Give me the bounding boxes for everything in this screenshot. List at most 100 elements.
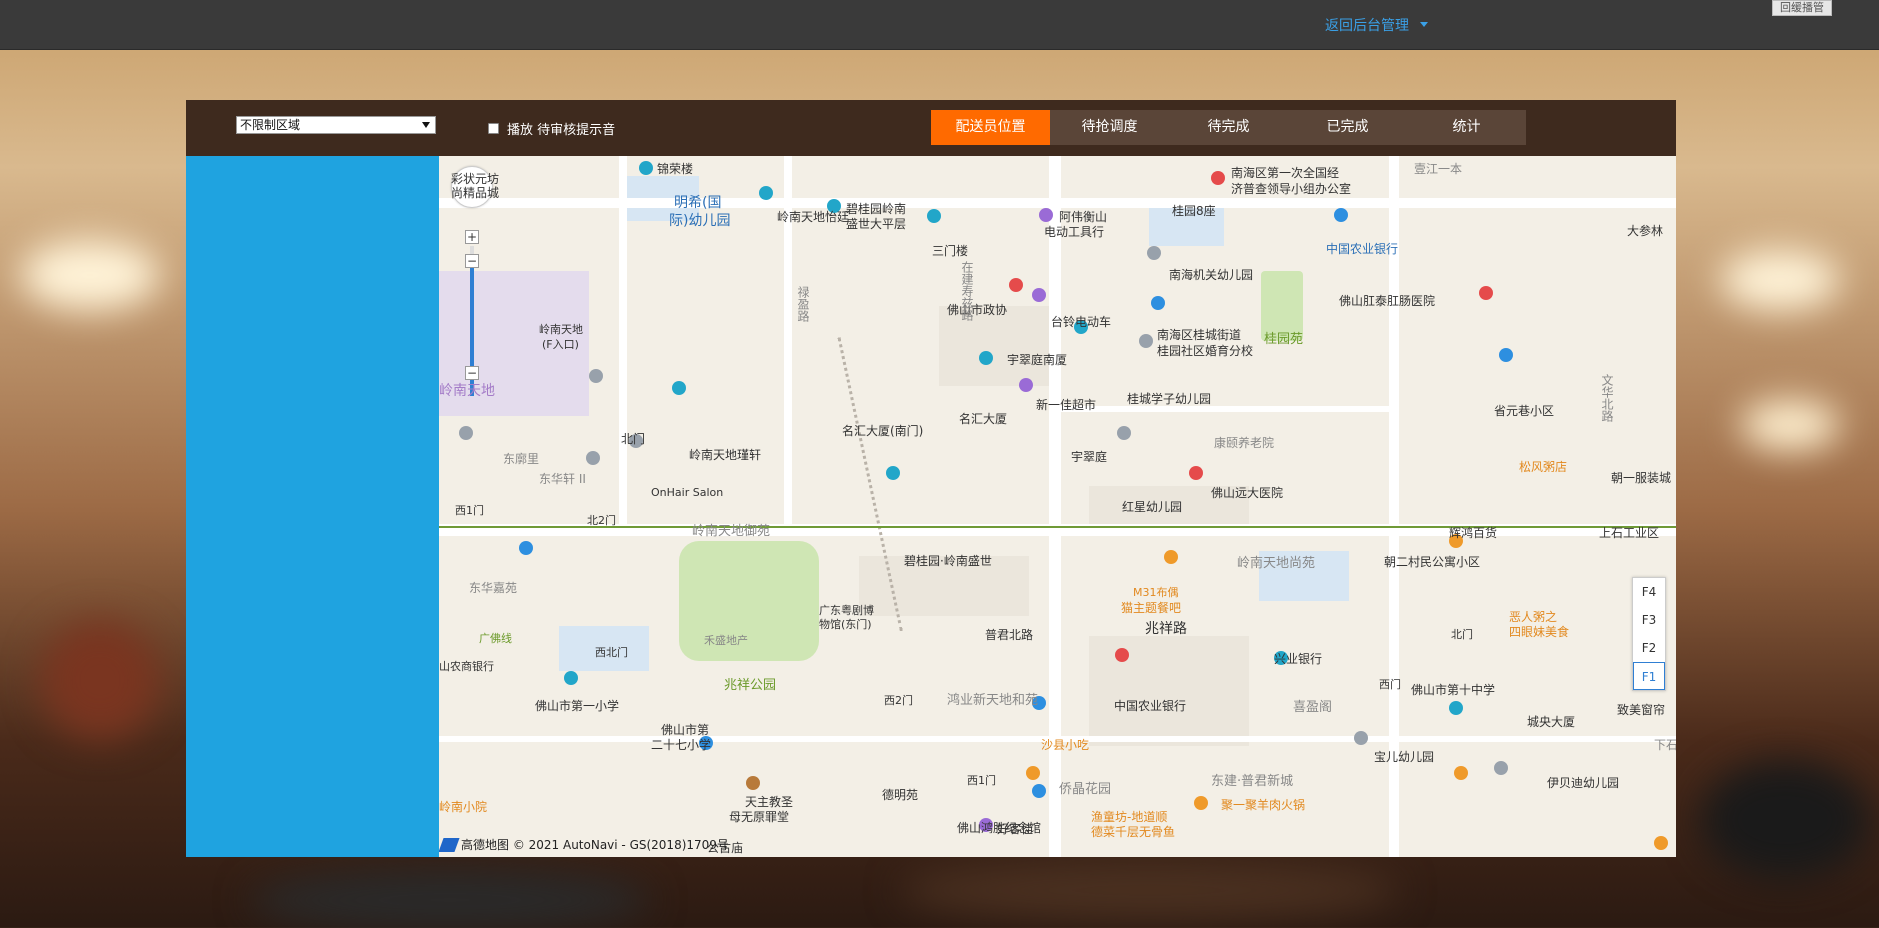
gate-icon[interactable] [586, 451, 600, 465]
map-label: 锦荣楼 [657, 162, 694, 176]
kfc-icon[interactable] [1115, 648, 1129, 662]
restaurant-icon[interactable] [1164, 550, 1178, 564]
school-icon[interactable] [1117, 426, 1131, 440]
map-label: 西1门 [455, 504, 484, 517]
building-icon[interactable] [639, 161, 653, 175]
map-label: 岭南天地瑾轩 [689, 448, 762, 462]
map-label: 电动工具行 [1044, 225, 1105, 239]
restaurant-icon[interactable] [1026, 766, 1040, 780]
floor-option[interactable]: F4 [1633, 578, 1665, 606]
chevron-down-icon[interactable] [1420, 22, 1428, 27]
map-label: 禄盈路 [796, 286, 810, 322]
gate-icon[interactable] [459, 426, 473, 440]
map-label: 名汇大厦 [959, 412, 1008, 426]
map-label: 上石工业区 [1599, 526, 1660, 540]
map-label: 西门 [1379, 678, 1401, 691]
government-icon[interactable] [1009, 278, 1023, 292]
dropdown-arrow-icon [422, 122, 430, 128]
tab-completed[interactable]: 已完成 [1288, 110, 1407, 145]
map-label: 桂城学子幼儿园 [1127, 392, 1212, 406]
gate-icon[interactable] [589, 369, 603, 383]
background-light [250, 870, 650, 928]
hospital-icon[interactable] [1189, 466, 1203, 480]
shop-icon[interactable] [1019, 378, 1033, 392]
map-label: 碧桂园·岭南盛世 [904, 554, 992, 568]
building-icon[interactable] [886, 466, 900, 480]
map-view[interactable]: + − − 彩状元坊 尚精品城 锦荣楼 明希(国 际)幼儿园 岭南天地怡廷 碧桂… [439, 156, 1676, 857]
map-attribution: 高德地图 © 2021 AutoNavi - GS(2018)1709号 [439, 836, 729, 853]
map-label: 明希(国 [674, 195, 722, 211]
restaurant-icon[interactable] [1194, 796, 1208, 810]
tab-pending-dispatch[interactable]: 待抢调度 [1050, 110, 1169, 145]
background-light [900, 860, 1400, 920]
map-label: 文华北路 [1600, 374, 1614, 422]
map-label: 兆祥公园 [724, 678, 777, 693]
bus-stop-icon[interactable] [519, 541, 533, 555]
shop-icon[interactable] [1039, 208, 1053, 222]
map-label: 物馆(东门) [819, 618, 872, 631]
map-label: 桂园社区婚育分校 [1157, 344, 1254, 358]
hospital-icon[interactable] [1479, 286, 1493, 300]
school-icon[interactable] [1147, 246, 1161, 260]
building-icon[interactable] [1449, 701, 1463, 715]
map-area [939, 306, 1049, 386]
top-navbar: 返回后台管理 回缓播管 [0, 0, 1879, 50]
tab-pending-complete[interactable]: 待完成 [1169, 110, 1288, 145]
map-label: 在建寿兹路 [960, 261, 974, 321]
region-select[interactable]: 不限制区域 [236, 116, 436, 134]
map-label: 侨晶花园 [1059, 782, 1112, 797]
map-label: 尚精品城 [451, 186, 500, 200]
map-label: 广佛线 [479, 632, 512, 645]
school-icon[interactable] [564, 671, 578, 685]
church-icon[interactable] [746, 776, 760, 790]
background-light [1720, 250, 1840, 310]
school-icon[interactable] [1494, 761, 1508, 775]
map-label: 桂园苑 [1264, 332, 1304, 347]
dispatch-panel: 不限制区域 播放 待审核提示音 配送员位置 待抢调度 待完成 已完成 统计 + … [186, 100, 1676, 857]
tab-courier-location[interactable]: 配送员位置 [931, 110, 1050, 145]
map-label: 兴业银行 [1274, 652, 1323, 666]
sound-alert-checkbox[interactable] [488, 123, 499, 134]
map-label: 佛山远大医院 [1211, 486, 1284, 500]
map-label: 好客佳 [997, 822, 1034, 836]
zoom-in-button[interactable]: + [465, 230, 479, 244]
map-label: 西1门 [967, 774, 996, 787]
building-icon[interactable] [927, 209, 941, 223]
sound-alert-label: 播放 待审核提示音 [507, 123, 616, 138]
map-label: 三门楼 [932, 244, 969, 258]
map-label: 四眼妹美食 [1509, 625, 1570, 639]
school-icon[interactable] [1151, 296, 1165, 310]
background-light [1700, 760, 1870, 880]
floor-option[interactable]: F3 [1633, 606, 1665, 634]
building-icon[interactable] [672, 381, 686, 395]
map-label: 西2门 [884, 694, 913, 707]
map-label: 盛世大平层 [846, 217, 907, 231]
floor-option[interactable]: F2 [1633, 634, 1665, 662]
sound-alert-toggle[interactable]: 播放 待审核提示音 [488, 119, 615, 138]
map-label: 鸿业新天地和苑 [947, 693, 1039, 708]
back-to-admin-link[interactable]: 返回后台管理 [1325, 15, 1409, 35]
map-label: 北2门 [587, 514, 616, 527]
map-label: 朝二村民公寓小区 [1384, 555, 1481, 569]
map-label: 佛山市第一小学 [535, 699, 620, 713]
restaurant-icon[interactable] [1654, 836, 1668, 850]
shop-icon[interactable] [1032, 288, 1046, 302]
map-label: 猫主题餐吧 [1121, 601, 1182, 615]
building-icon[interactable] [759, 186, 773, 200]
building-icon[interactable] [979, 351, 993, 365]
zoom-out-button[interactable]: − [465, 254, 479, 268]
school-icon[interactable] [1139, 334, 1153, 348]
restaurant-icon[interactable] [1454, 766, 1468, 780]
bank-icon[interactable] [1334, 208, 1348, 222]
bus-stop-icon[interactable] [1032, 784, 1046, 798]
map-label: 东建·普君新城 [1211, 774, 1294, 789]
school-icon[interactable] [1354, 731, 1368, 745]
bus-stop-icon[interactable] [1499, 348, 1513, 362]
floor-option-active[interactable]: F1 [1633, 662, 1665, 690]
map-label: 二十七小学 [651, 738, 712, 752]
corner-button[interactable]: 回缓播管 [1772, 0, 1832, 16]
panel-toolbar: 不限制区域 播放 待审核提示音 配送员位置 待抢调度 待完成 已完成 统计 [186, 100, 1676, 156]
zoom-min-button[interactable]: − [465, 366, 479, 380]
government-icon[interactable] [1211, 171, 1225, 185]
tab-statistics[interactable]: 统计 [1407, 110, 1526, 145]
